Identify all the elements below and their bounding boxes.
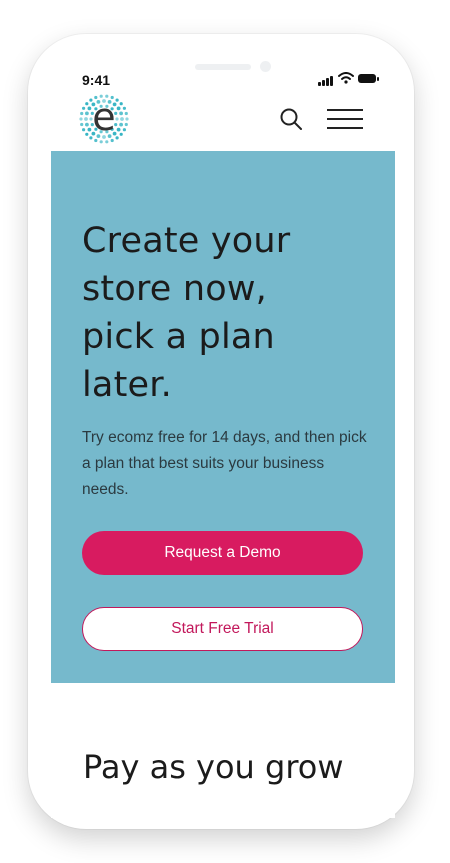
- logo-dot: [119, 122, 123, 127]
- request-demo-button[interactable]: Request a Demo: [82, 531, 363, 575]
- menu-button[interactable]: [327, 109, 363, 131]
- speaker: [195, 64, 251, 70]
- battery-icon: [358, 74, 379, 83]
- logo-dot: [85, 111, 89, 116]
- logo-dot: [119, 132, 123, 136]
- logo-dot: [119, 102, 123, 106]
- menu-line-1: [327, 109, 363, 111]
- hero-title-line: Create your: [82, 221, 291, 261]
- menu-line-3: [327, 127, 363, 129]
- camera-icon: [260, 61, 271, 72]
- hero-title-line: pick a plan: [82, 317, 275, 357]
- logo-dot: [124, 122, 128, 127]
- logo-dot: [84, 117, 88, 121]
- menu-line-2: [327, 118, 363, 120]
- logo-dot: [105, 140, 109, 144]
- logo-dot: [85, 132, 89, 136]
- hero-title-line: store now,: [82, 269, 267, 309]
- logo-dot: [82, 106, 86, 110]
- logo-dot: [122, 106, 126, 110]
- logo-dot: [120, 117, 124, 121]
- status-time: 9:41: [82, 72, 111, 88]
- hero-title-line: later.: [82, 365, 172, 405]
- search-button[interactable]: [278, 106, 306, 134]
- status-icons: [318, 72, 382, 86]
- search-icon: [280, 108, 302, 130]
- logo-dot: [80, 111, 84, 116]
- logo-dot: [85, 102, 89, 106]
- hero-section: Create your store now, pick a plan later…: [51, 151, 395, 683]
- logo-dot: [119, 111, 123, 116]
- logo-dot: [122, 128, 126, 132]
- logo-dot: [125, 117, 129, 121]
- logo-dot: [99, 140, 103, 144]
- logo-dot: [80, 122, 84, 127]
- ecomz-logo[interactable]: e: [79, 94, 129, 144]
- logo-dot: [94, 138, 98, 143]
- logo-letter: e: [92, 95, 116, 139]
- start-free-trial-button[interactable]: Start Free Trial: [82, 607, 363, 651]
- logo-dot: [82, 128, 86, 132]
- logo-dot: [79, 117, 83, 121]
- logo-dot: [124, 111, 128, 116]
- pricing-title: Pay as you grow: [83, 748, 344, 786]
- hero-description: Try ecomz free for 14 days, and then pic…: [82, 429, 367, 498]
- logo-dot: [85, 122, 89, 127]
- hero-title: Create your store now, pick a plan later…: [82, 217, 372, 409]
- logo-dot: [110, 138, 114, 143]
- wifi-icon: [338, 72, 354, 84]
